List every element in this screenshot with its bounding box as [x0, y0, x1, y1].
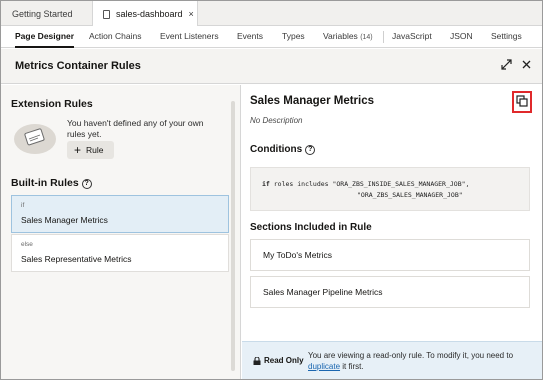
condition-value: "ORA_ZBS_SALES_MANAGER_JOB" — [357, 191, 463, 199]
tab-label: Page Designer — [15, 31, 75, 41]
rule-name: Sales Representative Metrics — [21, 254, 132, 264]
tab-types[interactable]: Types — [282, 26, 305, 48]
empty-rules-illustration-icon — [14, 124, 56, 154]
rule-item-sales-representative[interactable]: else Sales Representative Metrics — [11, 234, 229, 272]
tab-label: sales-dashboard — [116, 9, 183, 19]
duplicate-link[interactable]: duplicate — [308, 362, 340, 371]
tab-events[interactable]: Events — [237, 26, 263, 48]
tab-separator — [383, 31, 384, 43]
expand-icon[interactable] — [501, 59, 512, 70]
condition-keyword: if — [262, 180, 270, 188]
tab-label: Events — [237, 31, 263, 41]
info-icon[interactable]: ? — [81, 179, 92, 189]
condition-box: if roles includes "ORA_ZBS_INSIDE_SALES_… — [250, 167, 530, 211]
read-only-banner: Read Only You are viewing a read-only ru… — [242, 341, 542, 379]
conditions-label: Conditions — [250, 144, 303, 155]
tab-variables[interactable]: Variables (14) — [323, 26, 373, 48]
add-rule-label: Rule — [86, 145, 104, 155]
plus-icon: + — [74, 143, 82, 157]
message-text: You are viewing a read-only rule. To mod… — [308, 351, 514, 360]
condition-operator: includes — [297, 180, 329, 188]
rule-keyword: if — [21, 202, 25, 209]
rule-item-sales-manager[interactable]: if Sales Manager Metrics — [11, 195, 229, 233]
builtin-rules-title: Built-in Rules? — [11, 177, 92, 189]
rule-name: Sales Manager Metrics — [21, 215, 108, 225]
panel-title: Metrics Container Rules — [15, 60, 141, 72]
message-text: it first. — [340, 362, 364, 371]
close-tab-icon[interactable]: × — [189, 9, 194, 19]
empty-rules-message: You haven't defined any of your own rule… — [67, 118, 204, 139]
lock-icon — [253, 357, 261, 365]
rule-keyword: else — [21, 241, 33, 248]
tab-label: Types — [282, 31, 305, 41]
add-rule-button[interactable]: + Rule — [67, 141, 114, 159]
close-icon[interactable] — [521, 59, 532, 70]
tab-settings[interactable]: Settings — [491, 26, 522, 48]
sections-title: Sections Included in Rule — [250, 222, 372, 233]
document-icon — [103, 9, 110, 19]
section-item: My ToDo's Metrics — [250, 239, 530, 271]
extension-rules-title: Extension Rules — [11, 98, 93, 110]
condition-line-2: "ORA_ZBS_SALES_MANAGER_JOB" — [357, 191, 463, 199]
file-tab-bar: Getting Started sales-dashboard × — [1, 1, 542, 27]
read-only-label: Read Only — [264, 356, 304, 365]
tab-label: JSON — [450, 31, 473, 41]
rules-list-pane: Extension Rules You haven't defined any … — [1, 85, 241, 379]
tab-label: JavaScript — [392, 31, 432, 41]
condition-line-1: if roles includes "ORA_ZBS_INSIDE_SALES_… — [262, 180, 469, 188]
tab-sales-dashboard[interactable]: sales-dashboard × — [92, 1, 198, 27]
tab-event-listeners[interactable]: Event Listeners — [160, 26, 219, 48]
conditions-title: Conditions? — [250, 144, 316, 155]
tab-label: Settings — [491, 31, 522, 41]
tab-javascript[interactable]: JavaScript — [392, 26, 432, 48]
builtin-rules-label: Built-in Rules — [11, 177, 79, 189]
condition-value: "ORA_ZBS_INSIDE_SALES_MANAGER_JOB", — [332, 180, 470, 188]
rule-description: No Description — [250, 116, 303, 125]
rule-detail-pane: Sales Manager Metrics No Description Con… — [242, 85, 542, 379]
variables-count: (14) — [360, 34, 373, 41]
tab-page-designer[interactable]: Page Designer — [15, 26, 75, 48]
duplicate-icon[interactable] — [516, 95, 528, 107]
scrollbar[interactable] — [231, 101, 235, 371]
tab-getting-started[interactable]: Getting Started — [12, 1, 73, 26]
tab-label: Event Listeners — [160, 31, 219, 41]
panel-header: Metrics Container Rules — [1, 49, 542, 84]
condition-field: roles — [273, 180, 294, 188]
section-item: Sales Manager Pipeline Metrics — [250, 276, 530, 308]
tab-json[interactable]: JSON — [450, 26, 473, 48]
tab-label: Action Chains — [89, 31, 142, 41]
designer-tab-bar: Page Designer Action Chains Event Listen… — [1, 26, 542, 48]
rule-title: Sales Manager Metrics — [250, 95, 375, 107]
tab-label: Getting Started — [12, 8, 73, 19]
tab-action-chains[interactable]: Action Chains — [89, 26, 141, 48]
read-only-message: You are viewing a read-only rule. To mod… — [308, 350, 536, 372]
info-icon[interactable]: ? — [305, 145, 316, 155]
tab-label: Variables — [323, 31, 358, 41]
